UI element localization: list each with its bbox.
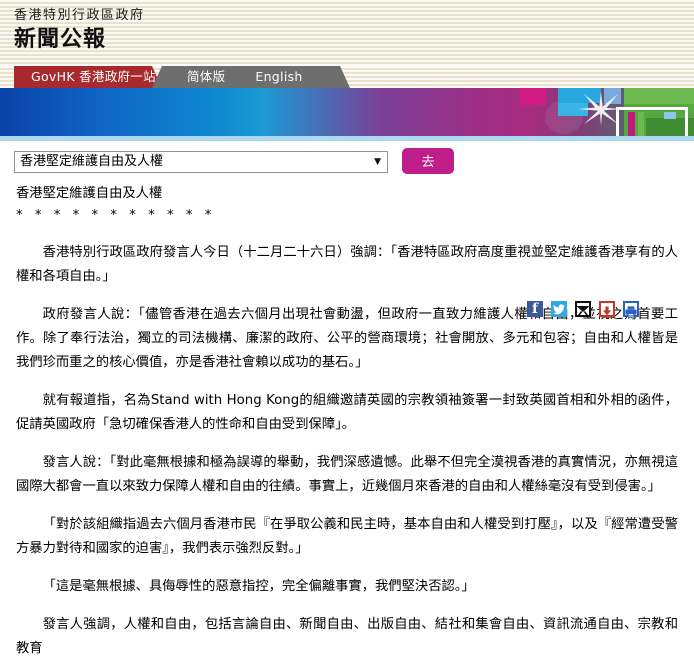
- article-paragraph: 「對於該組織指過去六個月香港市民『在爭取公義和民主時，基本自由和人權受到打壓』，…: [16, 513, 678, 561]
- tab-language-group: 简体版 English: [167, 66, 350, 88]
- go-button[interactable]: 去: [402, 148, 454, 174]
- news-select[interactable]: 香港堅定維護自由及人權 ▼: [14, 151, 388, 173]
- download-icon[interactable]: [599, 301, 615, 317]
- email-icon[interactable]: [575, 301, 591, 317]
- tab-english[interactable]: English: [247, 66, 310, 88]
- banner-magenta-bar: [628, 112, 635, 136]
- banner-lightblue-chip: [664, 112, 676, 119]
- tab-govhk[interactable]: GovHK 香港政府一站通: [14, 66, 162, 88]
- print-icon[interactable]: [623, 301, 639, 317]
- banner-white-frame: [616, 107, 688, 136]
- twitter-bird-glyph: [551, 301, 567, 317]
- news-select-value: 香港堅定維護自由及人權: [20, 154, 163, 169]
- article-paragraph: 發言人強調，人權和自由，包括言論自由、新聞自由、出版自由、結社和集會自由、資訊流…: [16, 613, 678, 661]
- site-org-name: 香港特別行政區政府: [14, 7, 694, 25]
- banner-pink-square: [520, 88, 546, 105]
- download-arrow-glyph: [601, 306, 613, 318]
- chevron-down-icon[interactable]: ▼: [374, 152, 381, 172]
- site-header: 香港特別行政區政府 新聞公報: [0, 0, 694, 66]
- envelope-glyph: [577, 306, 589, 318]
- toolbar: 香港堅定維護自由及人權 ▼ 去 f: [0, 141, 694, 183]
- article-body: 香港堅定維護自由及人權 * * * * * * * * * * * 香港特別行政…: [0, 183, 694, 661]
- top-navigation-tabs: GovHK 香港政府一站通 简体版 English: [0, 66, 694, 88]
- banner-green-bar: [638, 112, 644, 136]
- twitter-icon[interactable]: [551, 301, 567, 317]
- article-star-separator: * * * * * * * * * * *: [16, 205, 678, 227]
- facebook-glyph: f: [527, 301, 543, 317]
- article-paragraph: 香港特別行政區政府發言人今日（十二月二十六日）強調：「香港特區政府高度重視並堅定…: [16, 241, 678, 289]
- printer-glyph: [625, 306, 637, 318]
- tab-simplified[interactable]: 简体版: [179, 66, 233, 88]
- article-paragraph: 「這是毫無根據、具侮辱性的惡意指控，完全偏離事實，我們堅決否認。」: [16, 575, 678, 599]
- banner-green-block-2: [624, 88, 694, 104]
- decorative-banner: [0, 88, 694, 136]
- site-title: 新聞公報: [14, 26, 694, 54]
- article-paragraph: 就有報道指，名為Stand with Hong Kong的組織邀請英國的宗教領袖…: [16, 389, 678, 437]
- facebook-icon[interactable]: f: [527, 301, 543, 317]
- article-title: 香港堅定維護自由及人權: [16, 183, 678, 205]
- article-paragraph: 發言人說：「對此毫無根據和極為誤導的舉動，我們深感遺憾。此舉不但完全漠視香港的真…: [16, 451, 678, 499]
